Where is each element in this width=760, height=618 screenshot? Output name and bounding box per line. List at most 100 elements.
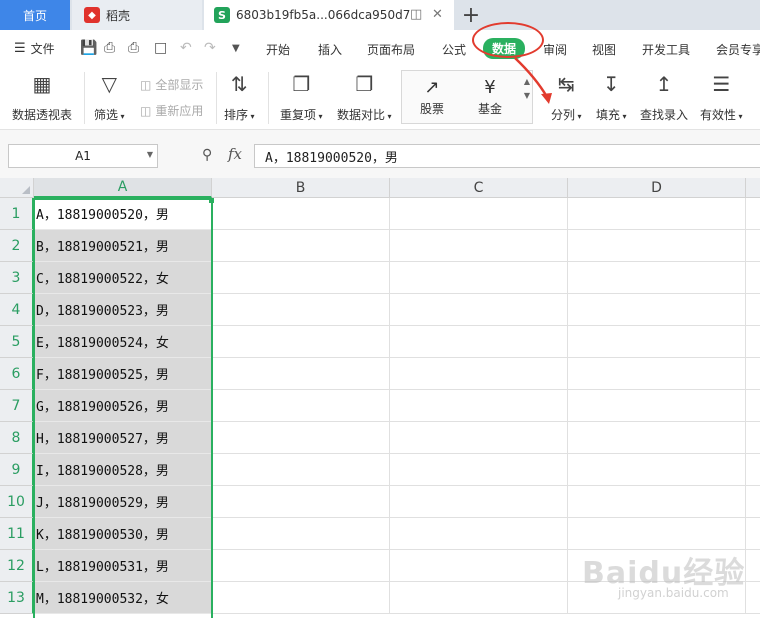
empty-cell[interactable] <box>390 390 568 422</box>
menu-item-member[interactable]: 会员专享 <box>716 41 760 58</box>
row-header[interactable]: 10 <box>0 486 34 518</box>
empty-cell[interactable] <box>390 230 568 262</box>
menu-item-developer[interactable]: 开发工具 <box>642 41 690 58</box>
cell-a[interactable]: J，18819000529，男 <box>34 486 212 518</box>
empty-cell[interactable] <box>746 326 760 358</box>
print-icon[interactable]: ⎙ <box>128 40 139 56</box>
empty-cell[interactable] <box>746 486 760 518</box>
menu-item-view[interactable]: 视图 <box>592 41 616 58</box>
empty-cell[interactable] <box>212 326 390 358</box>
pivot-table-button[interactable]: ▦ 数据透视表 <box>12 70 72 123</box>
fill-button[interactable]: ↧ 填充 ▾ <box>596 70 627 123</box>
empty-cell[interactable] <box>746 454 760 486</box>
empty-cell[interactable] <box>568 422 746 454</box>
split-column-button[interactable]: ↹ 分列 ▾ <box>551 70 582 123</box>
select-all-corner[interactable] <box>0 178 34 198</box>
column-header-d[interactable]: D <box>568 178 746 198</box>
row-header[interactable]: 11 <box>0 518 34 550</box>
empty-cell[interactable] <box>212 294 390 326</box>
tab-docer[interactable]: ◆ 稻壳 <box>72 0 202 30</box>
empty-cell[interactable] <box>390 518 568 550</box>
empty-cell[interactable] <box>390 486 568 518</box>
close-tab-icon[interactable]: ✕ <box>432 7 443 22</box>
empty-cell[interactable] <box>212 518 390 550</box>
cell-a[interactable]: B，18819000521，男 <box>34 230 212 262</box>
empty-cell[interactable] <box>390 358 568 390</box>
cell-a[interactable]: F，18819000525，男 <box>34 358 212 390</box>
cell-a[interactable]: E，18819000524，女 <box>34 326 212 358</box>
row-header[interactable]: 1 <box>0 198 34 230</box>
compare-button[interactable]: ❐ 数据对比 ▾ <box>337 70 392 123</box>
cell-a[interactable]: C，18819000522，女 <box>34 262 212 294</box>
row-header[interactable]: 12 <box>0 550 34 582</box>
empty-cell[interactable] <box>212 262 390 294</box>
row-header[interactable]: 8 <box>0 422 34 454</box>
empty-cell[interactable] <box>568 294 746 326</box>
row-header[interactable]: 2 <box>0 230 34 262</box>
empty-cell[interactable] <box>212 390 390 422</box>
empty-cell[interactable] <box>212 422 390 454</box>
empty-cell[interactable] <box>212 198 390 230</box>
print-preview-icon[interactable]: □ <box>154 40 167 56</box>
empty-cell[interactable] <box>568 198 746 230</box>
empty-cell[interactable] <box>390 326 568 358</box>
column-header-b[interactable]: B <box>212 178 390 198</box>
row-header[interactable]: 4 <box>0 294 34 326</box>
row-header[interactable]: 3 <box>0 262 34 294</box>
sort-button[interactable]: ⇅ 排序 ▾ <box>224 70 255 123</box>
empty-cell[interactable] <box>568 582 746 614</box>
cell-a[interactable]: I，18819000528，男 <box>34 454 212 486</box>
cell-a[interactable]: K，18819000530，男 <box>34 518 212 550</box>
empty-cell[interactable] <box>746 518 760 550</box>
empty-cell[interactable] <box>390 550 568 582</box>
file-menu-button[interactable]: ☰ 文件 <box>14 40 55 57</box>
pin-tab-icon[interactable]: ◫ <box>410 7 422 22</box>
empty-cell[interactable] <box>568 358 746 390</box>
row-header[interactable]: 5 <box>0 326 34 358</box>
duplicates-button[interactable]: ❐ 重复项 ▾ <box>280 70 323 123</box>
menu-item-home[interactable]: 开始 <box>266 41 290 58</box>
empty-cell[interactable] <box>568 230 746 262</box>
empty-cell[interactable] <box>212 454 390 486</box>
empty-cell[interactable] <box>746 198 760 230</box>
empty-cell[interactable] <box>568 262 746 294</box>
empty-cell[interactable] <box>212 550 390 582</box>
empty-cell[interactable] <box>746 294 760 326</box>
cell-a[interactable]: D，18819000523，男 <box>34 294 212 326</box>
empty-cell[interactable] <box>568 518 746 550</box>
empty-cell[interactable] <box>568 390 746 422</box>
redo-icon[interactable]: ↷ <box>204 40 216 56</box>
empty-cell[interactable] <box>212 582 390 614</box>
fill-handle[interactable] <box>209 198 214 203</box>
empty-cell[interactable] <box>390 294 568 326</box>
cell-a[interactable]: L，18819000531，男 <box>34 550 212 582</box>
empty-cell[interactable] <box>746 262 760 294</box>
empty-cell[interactable] <box>746 582 760 614</box>
filter-button[interactable]: ▽ 筛选 ▾ <box>94 70 125 123</box>
empty-cell[interactable] <box>390 422 568 454</box>
empty-cell[interactable] <box>390 198 568 230</box>
cell-a[interactable]: G，18819000526，男 <box>34 390 212 422</box>
empty-cell[interactable] <box>212 358 390 390</box>
lookup-entry-button[interactable]: ↥ 查找录入 <box>640 70 688 123</box>
customize-toolbar-icon[interactable]: ▼ <box>232 43 240 54</box>
empty-cell[interactable] <box>212 230 390 262</box>
empty-cell[interactable] <box>390 582 568 614</box>
show-all-button[interactable]: ◫ 全部显示 <box>140 76 203 93</box>
column-header-e[interactable] <box>746 178 760 198</box>
empty-cell[interactable] <box>568 326 746 358</box>
undo-icon[interactable]: ↶ <box>180 40 192 56</box>
cell-a[interactable]: M，18819000532，女 <box>34 582 212 614</box>
formula-input[interactable]: A，18819000520，男 <box>254 144 760 168</box>
tab-home[interactable]: 首页 <box>0 0 70 30</box>
empty-cell[interactable] <box>746 422 760 454</box>
save-icon[interactable]: 💾 <box>80 40 97 56</box>
new-tab-button[interactable]: + <box>458 2 484 28</box>
active-cell-a1[interactable]: A，18819000520，男 <box>34 198 212 230</box>
menu-item-page-layout[interactable]: 页面布局 <box>367 41 415 58</box>
column-header-c[interactable]: C <box>390 178 568 198</box>
stocks-button[interactable]: ↗ 股票 <box>420 74 444 117</box>
row-header[interactable]: 7 <box>0 390 34 422</box>
reapply-button[interactable]: ◫ 重新应用 <box>140 102 203 119</box>
empty-cell[interactable] <box>390 454 568 486</box>
